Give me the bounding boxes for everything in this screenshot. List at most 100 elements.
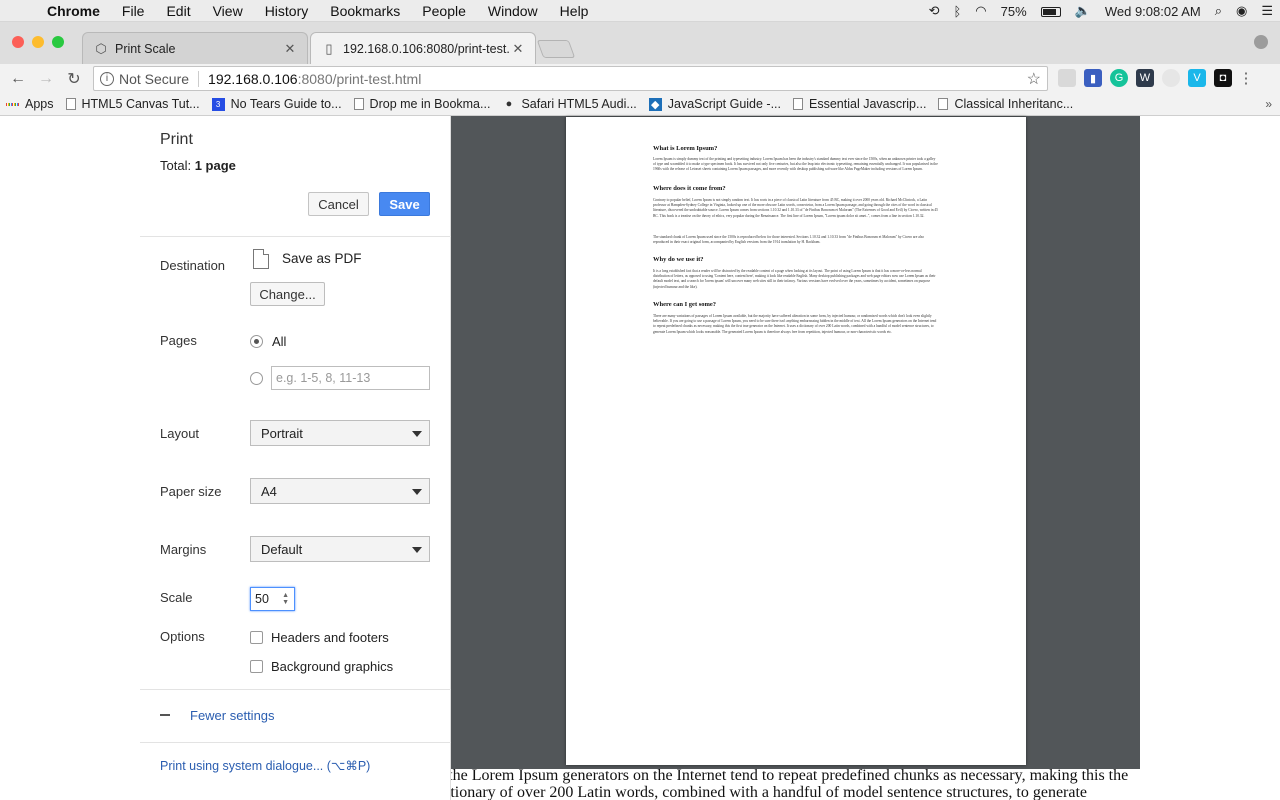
mac-menu-bar: Chrome File Edit View History Bookmarks … xyxy=(0,0,1280,22)
paper-size-value: A4 xyxy=(261,483,277,499)
pages-all-label[interactable]: All xyxy=(272,334,286,349)
menu-file[interactable]: File xyxy=(111,3,156,19)
siri-icon[interactable]: ◉ xyxy=(1229,3,1254,19)
bookmark-item[interactable]: 3 No Tears Guide to... xyxy=(206,97,348,111)
notification-center-icon[interactable]: ☰ xyxy=(1254,3,1280,19)
menu-app-name[interactable]: Chrome xyxy=(36,3,111,19)
page-icon xyxy=(65,98,76,110)
extension-bookmark-icon[interactable]: ▮ xyxy=(1084,69,1102,87)
background-graphics-label[interactable]: Background graphics xyxy=(271,659,393,674)
menu-help[interactable]: Help xyxy=(549,3,600,19)
tab-title: Print Scale xyxy=(115,41,176,56)
tab-strip: ⬡ Print Scale ✕ ▯ 192.168.0.106:8080/pri… xyxy=(0,22,1280,65)
layout-value: Portrait xyxy=(261,425,303,441)
menu-window[interactable]: Window xyxy=(477,3,549,19)
bookmark-label: HTML5 Canvas Tut... xyxy=(81,97,200,111)
fewer-settings-link[interactable]: Fewer settings xyxy=(190,708,275,723)
url-host[interactable]: 192.168.0.106 xyxy=(208,71,298,87)
paper-size-select[interactable]: A4 xyxy=(250,478,430,504)
security-status[interactable]: Not Secure xyxy=(119,71,189,87)
back-icon[interactable]: ← xyxy=(4,70,32,88)
extension-w-icon[interactable]: W xyxy=(1136,69,1154,87)
volume-icon[interactable]: 🔈 xyxy=(1068,3,1098,19)
menu-view[interactable]: View xyxy=(202,3,254,19)
bookmark-item[interactable]: ◆ JavaScript Guide -... xyxy=(643,97,787,111)
chrome-menu-icon[interactable]: ⋮ xyxy=(1239,69,1254,87)
extensions-area: ▮ G W V ◘ ⋮ xyxy=(1058,69,1254,87)
destination-value: Save as PDF xyxy=(282,251,362,266)
save-button[interactable]: Save xyxy=(379,192,430,216)
forward-icon[interactable]: → xyxy=(32,70,60,88)
collapse-minus-icon[interactable] xyxy=(160,714,170,716)
margins-select[interactable]: Default xyxy=(250,536,430,562)
reload-icon[interactable]: ↻ xyxy=(60,69,88,89)
preview-heading: Where does it come from? xyxy=(653,185,726,192)
battery-percent[interactable]: 75% xyxy=(994,4,1034,19)
preview-paragraph: There are many variations of passages of… xyxy=(653,314,937,334)
page-icon xyxy=(793,98,804,110)
layout-label: Layout xyxy=(160,426,200,441)
destination-label: Destination xyxy=(160,258,226,273)
bookmark-star-icon[interactable]: ☆ xyxy=(1027,69,1041,89)
page-icon xyxy=(938,98,949,110)
tab-close-icon[interactable]: ✕ xyxy=(511,41,525,57)
bookmark-item[interactable]: HTML5 Canvas Tut... xyxy=(60,97,206,111)
preview-paragraph: Lorem Ipsum is simply dummy text of the … xyxy=(653,157,938,172)
address-bar[interactable]: i Not Secure 192.168.0.106:8080/print-te… xyxy=(93,66,1048,91)
page-icon xyxy=(353,98,364,110)
bookmark-label: No Tears Guide to... xyxy=(230,97,342,111)
new-tab-button[interactable] xyxy=(536,40,576,58)
background-graphics-checkbox[interactable] xyxy=(250,660,263,673)
bookmark-apps[interactable]: Apps xyxy=(0,97,60,111)
menu-bookmarks[interactable]: Bookmarks xyxy=(319,3,411,19)
tab-close-icon[interactable]: ✕ xyxy=(283,41,297,57)
info-icon[interactable]: i xyxy=(100,71,114,86)
bluetooth-icon[interactable]: ᛒ xyxy=(946,4,968,19)
menu-history[interactable]: History xyxy=(254,3,320,19)
window-zoom-button[interactable] xyxy=(52,36,64,48)
bookmark-item[interactable]: Essential Javascrip... xyxy=(787,97,932,111)
menu-edit[interactable]: Edit xyxy=(155,3,201,19)
bookmarks-overflow-icon[interactable]: » xyxy=(1265,97,1272,111)
grammarly-icon[interactable]: G xyxy=(1110,69,1128,87)
wifi-icon[interactable]: ◠ xyxy=(968,3,993,19)
headers-footers-label[interactable]: Headers and footers xyxy=(271,630,389,645)
clock[interactable]: Wed 9:08:02 AM xyxy=(1098,4,1208,19)
camera-icon[interactable]: ◘ xyxy=(1214,69,1232,87)
bookmark-item[interactable]: Classical Inheritanc... xyxy=(932,97,1079,111)
extension-grid-icon[interactable] xyxy=(1058,69,1076,87)
apps-grid-icon xyxy=(5,98,20,111)
print-settings-panel: Print Total: 1 page Cancel Save Destinat… xyxy=(140,116,451,800)
cancel-button[interactable]: Cancel xyxy=(308,192,369,216)
pages-label: Pages xyxy=(160,333,197,348)
scale-input[interactable]: 50 ▲ ▼ xyxy=(250,587,295,611)
extension-round-icon[interactable] xyxy=(1162,69,1180,87)
divider xyxy=(140,742,451,743)
mdn-icon: ◆ xyxy=(648,97,662,111)
print-preview-area: What is Lorem Ipsum? Lorem Ipsum is simp… xyxy=(451,116,1140,769)
apple-icon: ● xyxy=(505,98,513,110)
tab-print-test[interactable]: ▯ 192.168.0.106:8080/print-test. ✕ xyxy=(310,32,536,65)
vimeo-icon[interactable]: V xyxy=(1188,69,1206,87)
pages-all-radio[interactable] xyxy=(250,335,263,348)
window-minimize-button[interactable] xyxy=(32,36,44,48)
bookmark-label: Essential Javascrip... xyxy=(809,97,927,111)
stepper-arrows-icon[interactable]: ▲ ▼ xyxy=(282,592,289,606)
layout-select[interactable]: Portrait xyxy=(250,420,430,446)
menu-people[interactable]: People xyxy=(411,3,477,19)
system-dialog-link[interactable]: Print using system dialogue... (⌥⌘P) xyxy=(160,758,370,773)
battery-icon[interactable] xyxy=(1034,4,1068,19)
time-machine-icon[interactable]: ⟲ xyxy=(922,3,947,19)
url-path[interactable]: :8080/print-test.html xyxy=(298,71,422,87)
profile-icon[interactable] xyxy=(1254,35,1268,49)
bookmark-item[interactable]: Drop me in Bookma... xyxy=(348,97,497,111)
headers-footers-checkbox[interactable] xyxy=(250,631,263,644)
bookmark-item[interactable]: ● Safari HTML5 Audi... xyxy=(496,97,642,111)
pages-range-input[interactable] xyxy=(271,366,430,390)
window-close-button[interactable] xyxy=(12,36,24,48)
spotlight-search-icon[interactable]: ⌕ xyxy=(1208,3,1229,19)
tab-print-scale[interactable]: ⬡ Print Scale ✕ xyxy=(82,32,308,64)
css3-icon: 3 xyxy=(211,97,225,111)
pages-custom-radio[interactable] xyxy=(250,372,263,385)
change-destination-button[interactable]: Change... xyxy=(250,282,325,306)
